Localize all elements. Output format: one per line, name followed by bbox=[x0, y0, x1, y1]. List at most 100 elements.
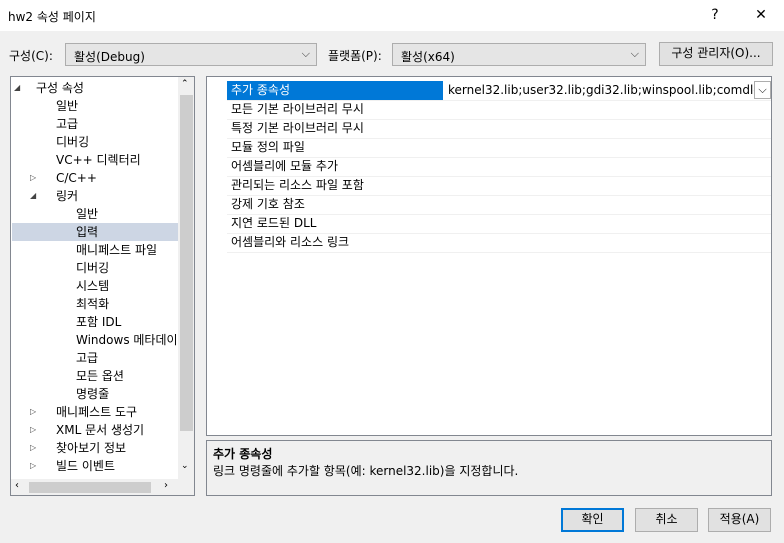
tree-item[interactable]: 일반 bbox=[12, 205, 178, 223]
collapse-arrow-icon[interactable]: ◢ bbox=[30, 187, 36, 205]
property-name-cell: 강제 기호 참조 bbox=[227, 195, 443, 214]
property-name: 추가 종속성 bbox=[231, 83, 291, 97]
tree-item-label: 매니페스트 파일 bbox=[76, 243, 158, 257]
tree-item[interactable]: 일반 bbox=[12, 97, 178, 115]
property-name: 모듈 정의 파일 bbox=[231, 140, 305, 154]
tree-item-label: 모든 옵션 bbox=[76, 369, 124, 383]
property-value-cell[interactable] bbox=[444, 195, 771, 214]
tree-item-label: 매니페스트 도구 bbox=[56, 405, 138, 419]
property-name-cell: 특정 기본 라이브러리 무시 bbox=[227, 119, 443, 138]
scroll-up-icon[interactable]: ⌃ bbox=[181, 79, 189, 89]
chevron-down-icon: ⌵ bbox=[301, 47, 310, 60]
tree-hscrollbar[interactable]: ‹ › bbox=[11, 479, 194, 495]
property-name-cell: 어셈블리에 모듈 추가 bbox=[227, 157, 443, 176]
description-text: 링크 명령줄에 추가할 항목(예: kernel32.lib)을 지정합니다. bbox=[213, 464, 519, 478]
tree-item[interactable]: ◢ 링커 bbox=[12, 187, 178, 205]
collapse-arrow-icon[interactable]: ◢ bbox=[14, 79, 20, 97]
cancel-button[interactable]: 취소 bbox=[635, 508, 698, 532]
platform-label: 플랫폼(P): bbox=[328, 49, 382, 63]
property-row[interactable]: 모듈 정의 파일 bbox=[227, 138, 771, 158]
tree-item[interactable]: VC++ 디렉터리 bbox=[12, 151, 178, 169]
property-name: 관리되는 리소스 파일 포함 bbox=[231, 178, 364, 192]
tree-item[interactable]: ◢ 구성 속성 bbox=[12, 79, 178, 97]
tree-item[interactable]: 시스템 bbox=[12, 277, 178, 295]
value-dropdown-button[interactable]: ⌵ bbox=[754, 81, 771, 99]
tree-item[interactable]: 디버깅 bbox=[12, 259, 178, 277]
property-row[interactable]: 관리되는 리소스 파일 포함 bbox=[227, 176, 771, 196]
platform-value: 활성(x64) bbox=[401, 50, 455, 64]
property-row[interactable]: 어셈블리에 모듈 추가 bbox=[227, 157, 771, 177]
config-manager-button[interactable]: 구성 관리자(O)... bbox=[659, 42, 773, 66]
tree-item-label: 찾아보기 정보 bbox=[56, 441, 127, 455]
tree-item[interactable]: ▷ 찾아보기 정보 bbox=[12, 439, 178, 457]
tree-vscrollbar[interactable]: ⌃ ⌄ bbox=[178, 77, 194, 479]
tree-item[interactable]: 입력 bbox=[12, 223, 178, 241]
chevron-down-icon: ⌵ bbox=[630, 47, 639, 60]
property-value-cell[interactable]: kernel32.lib;user32.lib;gdi32.lib;winspo… bbox=[444, 81, 771, 100]
ok-button[interactable]: 확인 bbox=[561, 508, 624, 532]
platform-select[interactable]: 활성(x64) ⌵ bbox=[392, 43, 646, 66]
tree-item[interactable]: 고급 bbox=[12, 115, 178, 133]
property-name-cell: 관리되는 리소스 파일 포함 bbox=[227, 176, 443, 195]
property-name: 지연 로드된 DLL bbox=[231, 216, 317, 230]
tree-item-label: 빌드 이벤트 bbox=[56, 459, 116, 473]
tree-item[interactable]: 포함 IDL bbox=[12, 313, 178, 331]
tree-item[interactable]: Windows 메타데이 bbox=[12, 331, 178, 349]
tree-item-label: 고급 bbox=[76, 351, 99, 365]
tree-item-label: 포함 IDL bbox=[76, 315, 122, 329]
config-select[interactable]: 활성(Debug) ⌵ bbox=[65, 43, 317, 66]
expand-arrow-icon[interactable]: ▷ bbox=[30, 439, 36, 457]
tree-item-label: 입력 bbox=[76, 225, 99, 239]
tree-item-label: 디버깅 bbox=[76, 261, 110, 275]
property-value-cell[interactable] bbox=[444, 119, 771, 138]
tree-vscroll-thumb[interactable] bbox=[180, 95, 193, 431]
tree-item-label: C/C++ bbox=[56, 171, 97, 185]
property-value-cell[interactable] bbox=[444, 176, 771, 195]
tree-item[interactable]: 모든 옵션 bbox=[12, 367, 178, 385]
property-name-cell: 지연 로드된 DLL bbox=[227, 214, 443, 233]
property-name-cell: 추가 종속성 bbox=[227, 81, 443, 100]
category-tree: ◢ 구성 속성 일반 고급 디버깅 VC++ 디렉터리 ▷ C/C++ ◢ 링커 일반 입력 매니페스트… bbox=[10, 76, 195, 496]
tree-item-label: 일반 bbox=[76, 207, 99, 221]
expand-arrow-icon[interactable]: ▷ bbox=[30, 457, 36, 475]
close-button[interactable]: ✕ bbox=[738, 0, 784, 31]
expand-arrow-icon[interactable]: ▷ bbox=[30, 403, 36, 421]
apply-button[interactable]: 적용(A) bbox=[708, 508, 771, 532]
scroll-left-icon[interactable]: ‹ bbox=[15, 480, 19, 491]
property-row[interactable]: 추가 종속성 kernel32.lib;user32.lib;gdi32.lib;… bbox=[227, 81, 771, 101]
property-row[interactable]: 강제 기호 참조 bbox=[227, 195, 771, 215]
tree-item[interactable]: ▷ C/C++ bbox=[12, 169, 178, 187]
property-value-cell[interactable] bbox=[444, 138, 771, 157]
tree-item-label: 디버깅 bbox=[56, 135, 90, 149]
tree-item[interactable]: 매니페스트 파일 bbox=[12, 241, 178, 259]
property-row[interactable]: 지연 로드된 DLL bbox=[227, 214, 771, 234]
property-value-cell[interactable] bbox=[444, 233, 771, 252]
scroll-right-icon[interactable]: › bbox=[164, 480, 168, 491]
tree-item[interactable]: ▷ XML 문서 생성기 bbox=[12, 421, 178, 439]
tree-list: ◢ 구성 속성 일반 고급 디버깅 VC++ 디렉터리 ▷ C/C++ ◢ 링커 일반 입력 매니페스트… bbox=[12, 79, 178, 475]
tree-item[interactable]: 고급 bbox=[12, 349, 178, 367]
property-value-cell[interactable] bbox=[444, 214, 771, 233]
tree-item[interactable]: ▷ 빌드 이벤트 bbox=[12, 457, 178, 475]
property-value-cell[interactable] bbox=[444, 157, 771, 176]
tree-item-label: 고급 bbox=[56, 117, 79, 131]
property-row[interactable]: 어셈블리와 리소스 링크 bbox=[227, 233, 771, 253]
tree-item[interactable]: ▷ 매니페스트 도구 bbox=[12, 403, 178, 421]
expand-arrow-icon[interactable]: ▷ bbox=[30, 169, 36, 187]
tree-item-label: 최적화 bbox=[76, 297, 110, 311]
description-title: 추가 종속성 bbox=[213, 447, 273, 461]
property-value: kernel32.lib;user32.lib;gdi32.lib;winspo… bbox=[448, 83, 754, 97]
expand-arrow-icon[interactable]: ▷ bbox=[30, 421, 36, 439]
tree-hscroll-thumb[interactable] bbox=[29, 482, 151, 493]
tree-item[interactable]: 최적화 bbox=[12, 295, 178, 313]
property-value-cell[interactable] bbox=[444, 100, 771, 119]
help-button[interactable]: ? bbox=[692, 0, 738, 31]
property-name-cell: 모든 기본 라이브러리 무시 bbox=[227, 100, 443, 119]
tree-item[interactable]: 명령줄 bbox=[12, 385, 178, 403]
tree-item[interactable]: 디버깅 bbox=[12, 133, 178, 151]
property-row[interactable]: 모든 기본 라이브러리 무시 bbox=[227, 100, 771, 120]
property-row[interactable]: 특정 기본 라이브러리 무시 bbox=[227, 119, 771, 139]
chevron-down-icon: ⌵ bbox=[758, 83, 767, 96]
tree-item-label: VC++ 디렉터리 bbox=[56, 153, 141, 167]
scroll-down-icon[interactable]: ⌄ bbox=[181, 461, 189, 471]
